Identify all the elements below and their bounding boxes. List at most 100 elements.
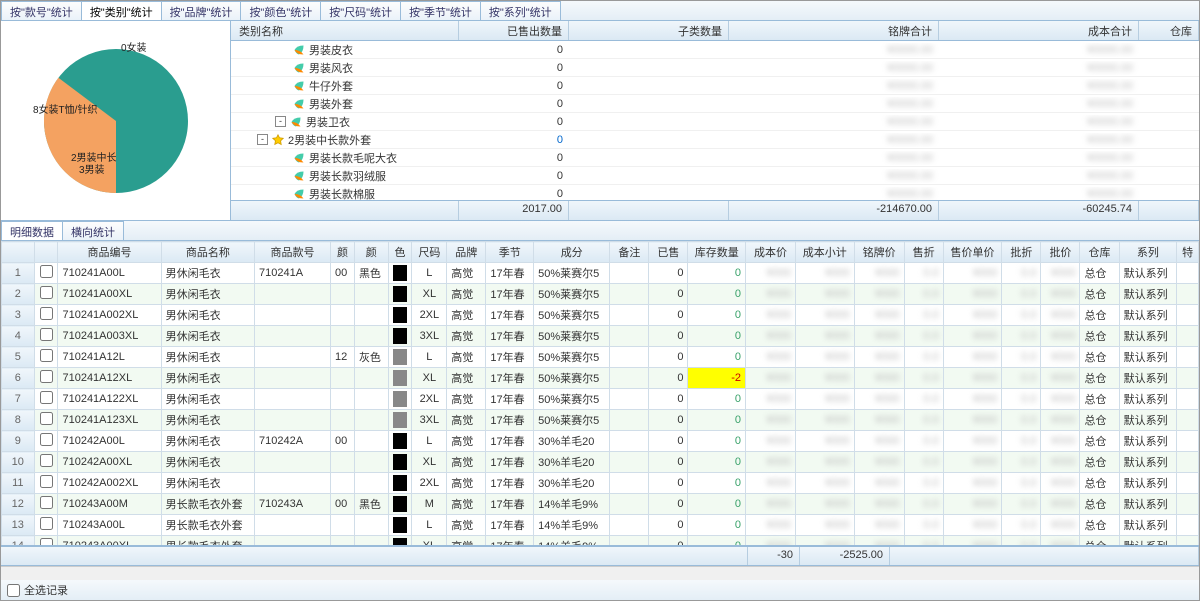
col-11[interactable]: 成分 (534, 242, 610, 263)
row-checkbox[interactable] (40, 538, 53, 546)
sum-tag: -214670.00 (729, 201, 939, 220)
col-2[interactable]: 商品编号 (58, 242, 161, 263)
table-row[interactable]: 8710241A123XL男休闲毛衣3XL高觉17年春50%莱赛尔500¥000… (2, 410, 1199, 431)
col-17[interactable]: 铭牌价 (854, 242, 904, 263)
col-7[interactable]: 色 (388, 242, 412, 263)
th-sold[interactable]: 已售出数量 (459, 21, 569, 40)
table-row[interactable]: 7710241A122XL男休闲毛衣2XL高觉17年春50%莱赛尔500¥000… (2, 389, 1199, 410)
col-13[interactable]: 已售 (649, 242, 688, 263)
row-checkbox[interactable] (40, 454, 53, 467)
tree-row[interactable]: -男装卫衣0¥0000.00¥0000.00 (231, 113, 1199, 131)
table-row[interactable]: 10710242A00XL男休闲毛衣XL高觉17年春30%羊毛2000¥000¥… (2, 452, 1199, 473)
table-row[interactable]: 14710243A00XL男长款毛衣外套XL高觉17年春14%羊毛9%00¥00… (2, 536, 1199, 547)
h-scrollbar[interactable] (1, 566, 1199, 580)
row-checkbox[interactable] (40, 307, 53, 320)
row-checkbox[interactable] (40, 265, 53, 278)
cell: 高觉 (447, 410, 486, 431)
table-row[interactable]: 13710243A00L男长款毛衣外套L高觉17年春14%羊毛9%00¥000¥… (2, 515, 1199, 536)
tab-6[interactable]: 按"系列"统计 (480, 1, 561, 20)
row-checkbox[interactable] (40, 517, 53, 530)
tree-body[interactable]: 男装皮衣0¥0000.00¥0000.00男装风衣0¥0000.00¥0000.… (231, 41, 1199, 200)
row-checkbox[interactable] (40, 391, 53, 404)
row-checkbox[interactable] (40, 349, 53, 362)
leaf-icon (293, 152, 305, 164)
table-row[interactable]: 3710241A002XL男休闲毛衣2XL高觉17年春50%莱赛尔500¥000… (2, 305, 1199, 326)
row-checkbox[interactable] (40, 433, 53, 446)
tab-4[interactable]: 按"尺码"统计 (320, 1, 401, 20)
col-9[interactable]: 品牌 (447, 242, 486, 263)
expand-icon[interactable]: - (275, 116, 286, 127)
cell: ¥000 (746, 536, 796, 547)
cell (354, 305, 388, 326)
mid-tab-0[interactable]: 明细数据 (1, 221, 63, 240)
col-20[interactable]: 批折 (1002, 242, 1041, 263)
col-15[interactable]: 成本价 (746, 242, 796, 263)
tree-row[interactable]: -2男装中长款外套0¥0000.00¥0000.00 (231, 131, 1199, 149)
cell: 3XL (412, 326, 447, 347)
tree-row[interactable]: 男装风衣0¥0000.00¥0000.00 (231, 59, 1199, 77)
col-8[interactable]: 尺码 (412, 242, 447, 263)
col-16[interactable]: 成本小计 (795, 242, 854, 263)
tree-row[interactable]: 牛仔外套0¥0000.00¥0000.00 (231, 77, 1199, 95)
tab-2[interactable]: 按"品牌"统计 (161, 1, 242, 20)
tab-1[interactable]: 按"类别"统计 (81, 1, 162, 20)
cell: ¥000 (1041, 368, 1080, 389)
cell (331, 515, 355, 536)
th-tag[interactable]: 铭牌合计 (729, 21, 939, 40)
table-row[interactable]: 4710241A003XL男休闲毛衣3XL高觉17年春50%莱赛尔500¥000… (2, 326, 1199, 347)
row-checkbox[interactable] (40, 370, 53, 383)
table-row[interactable]: 1710241A00L男休闲毛衣710241A00黑色L高觉17年春50%莱赛尔… (2, 263, 1199, 284)
row-checkbox[interactable] (40, 496, 53, 509)
table-row[interactable]: 2710241A00XL男休闲毛衣XL高觉17年春50%莱赛尔500¥000¥0… (2, 284, 1199, 305)
tab-5[interactable]: 按"季节"统计 (400, 1, 481, 20)
col-18[interactable]: 售折 (904, 242, 943, 263)
row-checkbox[interactable] (40, 286, 53, 299)
tree-row[interactable]: 男装长款羽绒服0¥0000.00¥0000.00 (231, 167, 1199, 185)
tree-row[interactable]: 男装皮衣0¥0000.00¥0000.00 (231, 41, 1199, 59)
expand-icon[interactable]: - (257, 134, 268, 145)
col-6[interactable]: 颜 (354, 242, 388, 263)
table-row[interactable]: 6710241A12XL男休闲毛衣XL高觉17年春50%莱赛尔50-2¥000¥… (2, 368, 1199, 389)
th-sub[interactable]: 子类数量 (569, 21, 729, 40)
col-4[interactable]: 商品款号 (255, 242, 331, 263)
col-19[interactable]: 售价单价 (943, 242, 1002, 263)
tree-row[interactable]: 男装长款毛呢大衣0¥0000.00¥0000.00 (231, 149, 1199, 167)
cell (388, 515, 412, 536)
row-checkbox[interactable] (40, 475, 53, 488)
col-14[interactable]: 库存数量 (688, 242, 746, 263)
row-checkbox[interactable] (40, 328, 53, 341)
col-24[interactable]: 特 (1177, 242, 1199, 263)
leaf-icon (293, 80, 305, 92)
mid-tab-1[interactable]: 横向统计 (62, 221, 124, 240)
col-1[interactable] (34, 242, 58, 263)
col-3[interactable]: 商品名称 (161, 242, 254, 263)
cell: 17年春 (486, 347, 534, 368)
col-21[interactable]: 批价 (1041, 242, 1080, 263)
table-row[interactable]: 5710241A12L男休闲毛衣12灰色L高觉17年春50%莱赛尔500¥000… (2, 347, 1199, 368)
col-22[interactable]: 仓库 (1080, 242, 1119, 263)
row-checkbox[interactable] (40, 412, 53, 425)
tree-row[interactable]: 男装外套0¥0000.00¥0000.00 (231, 95, 1199, 113)
cell: 0 (688, 473, 746, 494)
th-stock[interactable]: 仓库 (1139, 21, 1199, 40)
col-0[interactable] (2, 242, 35, 263)
table-row[interactable]: 9710242A00L男休闲毛衣710242A00L高觉17年春30%羊毛200… (2, 431, 1199, 452)
col-5[interactable]: 颜 (331, 242, 355, 263)
table-row[interactable]: 12710243A00M男长款毛衣外套710243A00黑色M高觉17年春14%… (2, 494, 1199, 515)
table-row[interactable]: 11710242A002XL男休闲毛衣2XL高觉17年春30%羊毛2000¥00… (2, 473, 1199, 494)
tab-0[interactable]: 按"款号"统计 (1, 1, 82, 20)
tree-cell-sold: 0 (459, 115, 569, 129)
detail-grid-wrap[interactable]: 商品编号商品名称商品款号颜颜色尺码品牌季节成分备注已售库存数量成本价成本小计铭牌… (1, 241, 1199, 546)
cell (1177, 347, 1199, 368)
select-all-checkbox[interactable] (7, 584, 20, 597)
cell: ¥000 (795, 284, 854, 305)
col-12[interactable]: 备注 (610, 242, 649, 263)
tab-3[interactable]: 按"颜色"统计 (240, 1, 321, 20)
th-category[interactable]: 类别名称 (231, 21, 459, 40)
tree-cell-tag: ¥0000.00 (729, 151, 939, 165)
col-23[interactable]: 系列 (1119, 242, 1177, 263)
col-10[interactable]: 季节 (486, 242, 534, 263)
tree-row[interactable]: 男装长款棉服0¥0000.00¥0000.00 (231, 185, 1199, 200)
tree-cell-sold: 0 (459, 79, 569, 93)
th-cost[interactable]: 成本合计 (939, 21, 1139, 40)
